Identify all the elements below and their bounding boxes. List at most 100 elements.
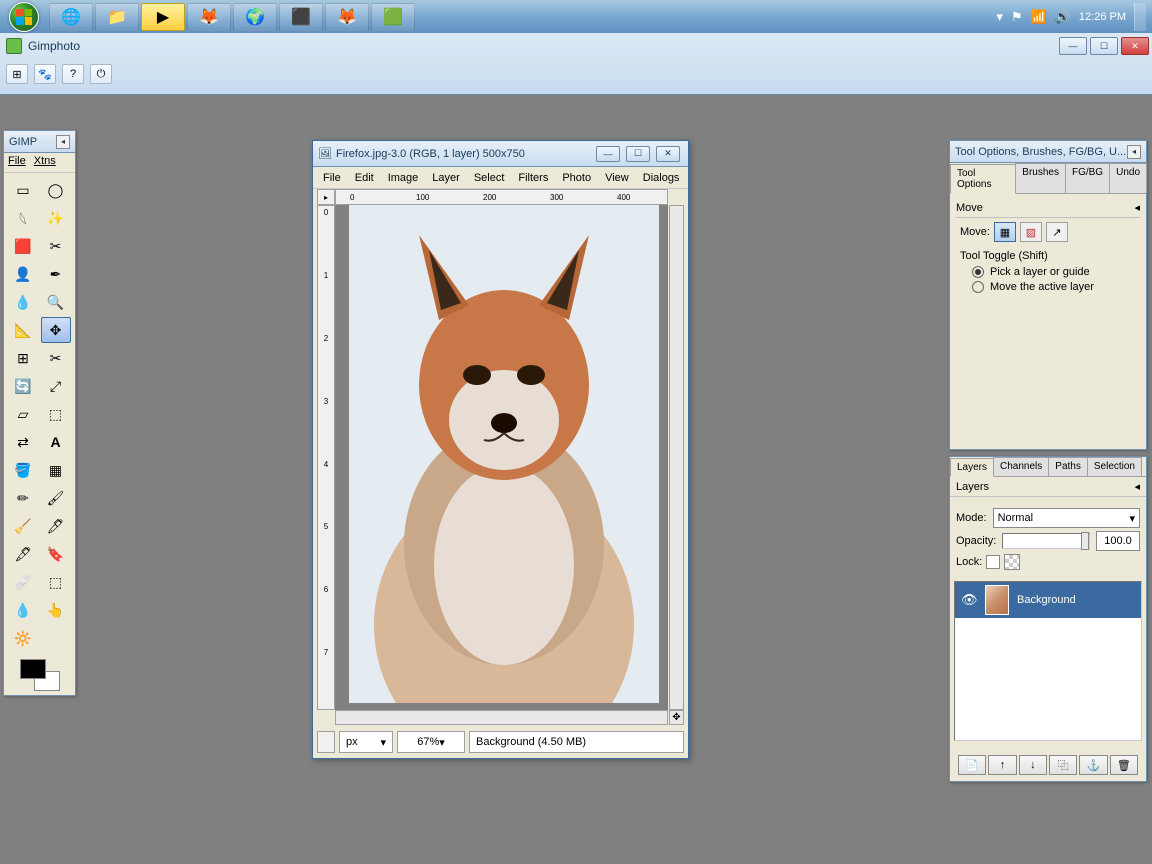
tool-options-titlebar[interactable]: Tool Options, Brushes, FG/BG, U... ◂: [950, 141, 1146, 163]
panel-menu-icon[interactable]: ◂: [1127, 145, 1141, 159]
toolbar-btn-1[interactable]: ⊞: [6, 64, 28, 84]
opacity-value[interactable]: 100.0: [1096, 531, 1140, 551]
tab-paths[interactable]: Paths: [1048, 457, 1088, 476]
foreground-color[interactable]: [20, 659, 46, 679]
menu-dialogs[interactable]: Dialogs: [637, 170, 686, 186]
toolbar-power-btn[interactable]: ⏻: [90, 64, 112, 84]
eraser-tool[interactable]: 🧹: [8, 513, 38, 539]
minimize-button[interactable]: —: [1059, 37, 1087, 55]
maximize-button[interactable]: ☐: [1090, 37, 1118, 55]
unit-selector[interactable]: px▾: [339, 731, 393, 753]
new-layer-button[interactable]: 📄: [958, 755, 986, 775]
blur-tool[interactable]: 💧: [8, 597, 38, 623]
bucket-tool[interactable]: 🪣: [8, 457, 38, 483]
text-tool[interactable]: A: [41, 429, 71, 455]
toolbox-menu-xtns[interactable]: Xtns: [34, 155, 56, 170]
lock-pixels-checkbox[interactable]: [986, 555, 1000, 569]
perspective-clone-tool[interactable]: ⬚: [41, 569, 71, 595]
radio-pick-layer[interactable]: Pick a layer or guide: [972, 266, 1140, 278]
perspective-tool[interactable]: ⬚: [41, 401, 71, 427]
fuzzy-select-tool[interactable]: ✨: [41, 205, 71, 231]
image-close-button[interactable]: ✕: [656, 146, 680, 162]
rotate-tool[interactable]: 🔄: [8, 373, 38, 399]
tab-tool-options[interactable]: Tool Options: [950, 164, 1016, 194]
tray-volume-icon[interactable]: 🔊: [1055, 9, 1071, 25]
zoom-selector[interactable]: 67% ▾: [397, 731, 465, 753]
tray-flag-icon[interactable]: ⚑: [1011, 9, 1023, 25]
move-selection-icon[interactable]: ▨: [1020, 222, 1042, 242]
scissors-tool[interactable]: ✂: [41, 233, 71, 259]
vertical-ruler[interactable]: 0 1 2 3 4 5 6 7: [317, 205, 335, 710]
taskbar-app-icon[interactable]: ⬛: [279, 3, 323, 31]
duplicate-layer-button[interactable]: ⿻: [1049, 755, 1077, 775]
start-button[interactable]: [0, 0, 48, 33]
navigation-icon[interactable]: ✥: [669, 710, 684, 725]
image-titlebar[interactable]: 🖼 Firefox.jpg-3.0 (RGB, 1 layer) 500x750…: [313, 141, 688, 167]
raise-layer-button[interactable]: ↑: [988, 755, 1016, 775]
ellipse-select-tool[interactable]: ◯: [41, 177, 71, 203]
lasso-tool[interactable]: 𓆩: [8, 205, 38, 231]
ruler-origin[interactable]: ▸: [317, 189, 335, 205]
paintbrush-tool[interactable]: 🖌: [41, 485, 71, 511]
menu-edit[interactable]: Edit: [349, 170, 380, 186]
taskbar-chrome-icon[interactable]: 🌍: [233, 3, 277, 31]
menu-view[interactable]: View: [599, 170, 635, 186]
mode-select[interactable]: Normal▾: [993, 508, 1140, 528]
color-picker-tool[interactable]: 💧: [8, 289, 38, 315]
layer-row[interactable]: 👁 Background: [955, 582, 1141, 618]
move-path-icon[interactable]: ↗: [1046, 222, 1068, 242]
delete-layer-button[interactable]: 🗑: [1110, 755, 1138, 775]
layers-menu-icon[interactable]: ◂: [1134, 480, 1140, 493]
taskbar-mediaplayer-icon[interactable]: ▶: [141, 3, 185, 31]
taskbar-ie-icon[interactable]: 🌐: [49, 3, 93, 31]
anchor-layer-button[interactable]: ⚓: [1079, 755, 1107, 775]
show-desktop-button[interactable]: [1134, 3, 1146, 31]
taskbar-firefox-icon[interactable]: 🦊: [187, 3, 231, 31]
align-tool[interactable]: ⊞: [8, 345, 38, 371]
rect-select-tool[interactable]: ▭: [8, 177, 38, 203]
section-menu-icon[interactable]: ◂: [1134, 201, 1140, 214]
menu-layer[interactable]: Layer: [426, 170, 466, 186]
crop-tool[interactable]: ✂: [41, 345, 71, 371]
menu-select[interactable]: Select: [468, 170, 511, 186]
vertical-scrollbar[interactable]: [669, 205, 684, 710]
foreground-tool[interactable]: 👤: [8, 261, 38, 287]
taskbar-clock[interactable]: 12:26 PM: [1079, 11, 1126, 23]
taskbar-gimphoto-icon[interactable]: 🟩: [371, 3, 415, 31]
lower-layer-button[interactable]: ↓: [1019, 755, 1047, 775]
horizontal-ruler[interactable]: 0 100 200 300 400: [335, 189, 668, 205]
measure-tool[interactable]: 📐: [8, 317, 38, 343]
shear-tool[interactable]: ▱: [8, 401, 38, 427]
toolbox-menu-file[interactable]: File: [8, 155, 26, 170]
tab-layers[interactable]: Layers: [950, 458, 994, 477]
tab-brushes[interactable]: Brushes: [1015, 163, 1066, 193]
visibility-icon[interactable]: 👁: [961, 592, 977, 608]
blend-tool[interactable]: ▦: [41, 457, 71, 483]
paths-tool[interactable]: ✒: [41, 261, 71, 287]
taskbar-app2-icon[interactable]: 🦊: [325, 3, 369, 31]
zoom-tool[interactable]: 🔍: [41, 289, 71, 315]
quickmask-toggle[interactable]: [317, 731, 335, 753]
pencil-tool[interactable]: ✏: [8, 485, 38, 511]
dodge-tool[interactable]: 🔆: [8, 625, 38, 651]
radio-move-active[interactable]: Move the active layer: [972, 281, 1140, 293]
toolbar-help-btn[interactable]: ?: [62, 64, 84, 84]
horizontal-scrollbar[interactable]: [335, 710, 668, 725]
canvas[interactable]: [335, 205, 668, 710]
image-minimize-button[interactable]: —: [596, 146, 620, 162]
opacity-slider[interactable]: [1002, 533, 1090, 549]
ink-tool[interactable]: 🖋: [8, 541, 38, 567]
move-tool[interactable]: ✥: [41, 317, 71, 343]
tray-network-icon[interactable]: 📶: [1031, 9, 1047, 25]
tray-chevron-icon[interactable]: ▾: [996, 9, 1003, 25]
toolbox-menu-icon[interactable]: ◂: [56, 135, 70, 149]
move-layer-icon[interactable]: ▦: [994, 222, 1016, 242]
menu-photo[interactable]: Photo: [556, 170, 597, 186]
tab-undo[interactable]: Undo: [1109, 163, 1147, 193]
heal-tool[interactable]: 🩹: [8, 569, 38, 595]
flip-tool[interactable]: ⇄: [8, 429, 38, 455]
smudge-tool[interactable]: 👆: [41, 597, 71, 623]
airbrush-tool[interactable]: 🖊: [41, 513, 71, 539]
menu-file[interactable]: File: [317, 170, 347, 186]
toolbox-titlebar[interactable]: GIMP ◂: [4, 131, 75, 153]
